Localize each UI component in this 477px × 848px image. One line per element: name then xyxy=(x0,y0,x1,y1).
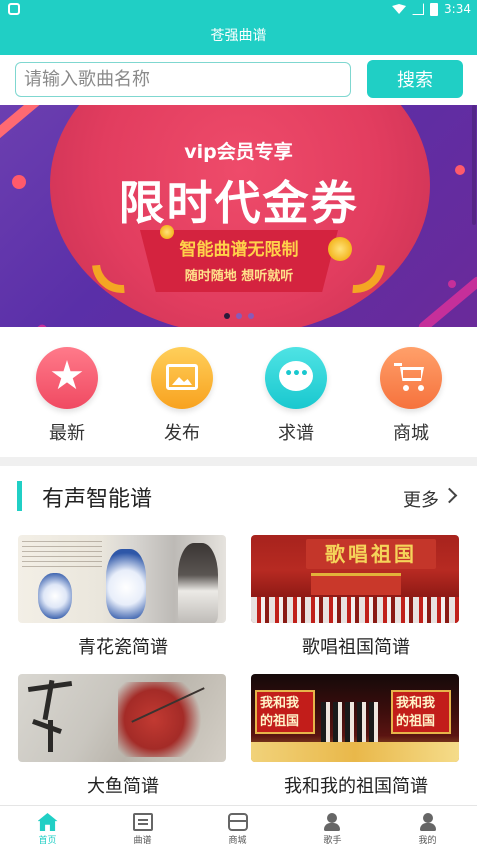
home-icon xyxy=(37,813,58,831)
banner-ribbon-subtext: 随时随地 想听就听 xyxy=(184,269,294,284)
song-card[interactable]: 歌唱祖国 歌唱祖国简谱 xyxy=(251,535,461,659)
bottom-tab-bar: 首页 曲谱 商城 歌手 我的 xyxy=(0,805,477,848)
scrollbar[interactable] xyxy=(472,105,476,225)
decor-dot xyxy=(448,280,456,288)
song-title: 青花瓷简谱 xyxy=(78,637,168,658)
quick-action-latest[interactable]: 最新 xyxy=(27,347,107,445)
app-title-bar: 苍强曲谱 xyxy=(0,20,477,55)
tab-label: 商城 xyxy=(228,836,247,846)
chat-bubble-icon xyxy=(265,347,327,409)
quick-action-publish[interactable]: 发布 xyxy=(142,347,222,445)
search-input[interactable] xyxy=(15,62,351,97)
promo-banner[interactable]: vip会员专享 限时代金券 智能曲谱无限制 随时随地 想听就听 xyxy=(0,105,477,327)
song-title: 歌唱祖国简谱 xyxy=(302,637,410,658)
search-row: 搜索 xyxy=(0,55,477,105)
banner-vip-text: vip会员专享 xyxy=(184,141,293,163)
tab-home[interactable]: 首页 xyxy=(0,806,95,848)
tab-label: 歌手 xyxy=(323,836,342,846)
shop-icon xyxy=(227,813,248,831)
more-link[interactable]: 更多 xyxy=(403,486,439,512)
cart-icon xyxy=(380,347,442,409)
quick-action-label: 求谱 xyxy=(278,423,314,444)
song-thumbnail xyxy=(18,535,226,623)
app-title: 苍强曲谱 xyxy=(210,28,267,44)
song-title: 我和我的祖国简谱 xyxy=(284,776,428,797)
profile-icon xyxy=(418,813,438,831)
chevron-right-icon[interactable] xyxy=(441,487,458,504)
song-card[interactable]: 我和我的祖国 我和我的祖国 我和我的祖国简谱 xyxy=(251,674,461,798)
song-thumbnail: 我和我的祖国 我和我的祖国 xyxy=(251,674,459,762)
thumbnail-text: 歌唱祖国 xyxy=(306,539,436,569)
quick-action-shop[interactable]: 商城 xyxy=(371,347,451,445)
banner-ribbon-text: 智能曲谱无限制 xyxy=(179,240,299,260)
pager-dot[interactable] xyxy=(247,313,254,319)
song-card[interactable]: 大鱼简谱 xyxy=(18,674,228,798)
decor-stripe xyxy=(416,274,477,327)
search-button[interactable]: 搜索 xyxy=(367,60,463,98)
star-icon xyxy=(36,347,98,409)
section-title: 有声智能谱 xyxy=(42,487,153,512)
notification-icon xyxy=(8,3,20,15)
gold-coin-icon xyxy=(160,225,174,239)
score-icon xyxy=(132,813,153,831)
image-icon xyxy=(151,347,213,409)
song-card[interactable]: 青花瓷简谱 xyxy=(18,535,228,659)
song-thumbnail: 歌唱祖国 xyxy=(251,535,459,623)
status-icons: 3:34 xyxy=(392,2,471,16)
banner-pager[interactable] xyxy=(0,313,477,319)
status-bar: 3:34 xyxy=(0,0,477,20)
wifi-icon xyxy=(392,4,407,14)
tab-profile[interactable]: 我的 xyxy=(380,806,475,848)
more-label: 更多 xyxy=(403,490,439,511)
tab-label: 首页 xyxy=(38,836,57,846)
pager-dot[interactable] xyxy=(223,313,230,319)
status-time: 3:34 xyxy=(444,2,471,16)
tab-scores[interactable]: 曲谱 xyxy=(95,806,190,848)
banner-headline: 限时代金券 xyxy=(118,176,359,230)
singer-icon xyxy=(323,813,343,831)
thumbnail-text: 我和我的祖国 xyxy=(391,690,451,734)
tab-singers[interactable]: 歌手 xyxy=(285,806,380,848)
section-accent-bar xyxy=(17,481,22,511)
quick-action-label: 最新 xyxy=(49,423,85,444)
thumbnail-text: 我和我的祖国 xyxy=(255,690,315,734)
quick-action-label: 商城 xyxy=(393,423,429,444)
tab-shop[interactable]: 商城 xyxy=(190,806,285,848)
gold-coin-icon xyxy=(328,237,352,261)
quick-action-label: 发布 xyxy=(164,423,200,444)
section-header: 有声智能谱 更多 xyxy=(0,466,477,526)
section-divider xyxy=(0,457,477,466)
song-thumbnail xyxy=(18,674,226,762)
pager-dot[interactable] xyxy=(235,313,242,319)
signal-icon xyxy=(412,3,425,15)
quick-actions: 最新 发布 求谱 商城 xyxy=(0,327,477,457)
tab-label: 曲谱 xyxy=(133,836,152,846)
quick-action-request[interactable]: 求谱 xyxy=(256,347,336,445)
battery-icon xyxy=(430,2,439,16)
tab-label: 我的 xyxy=(418,836,437,846)
song-title: 大鱼简谱 xyxy=(87,776,159,797)
